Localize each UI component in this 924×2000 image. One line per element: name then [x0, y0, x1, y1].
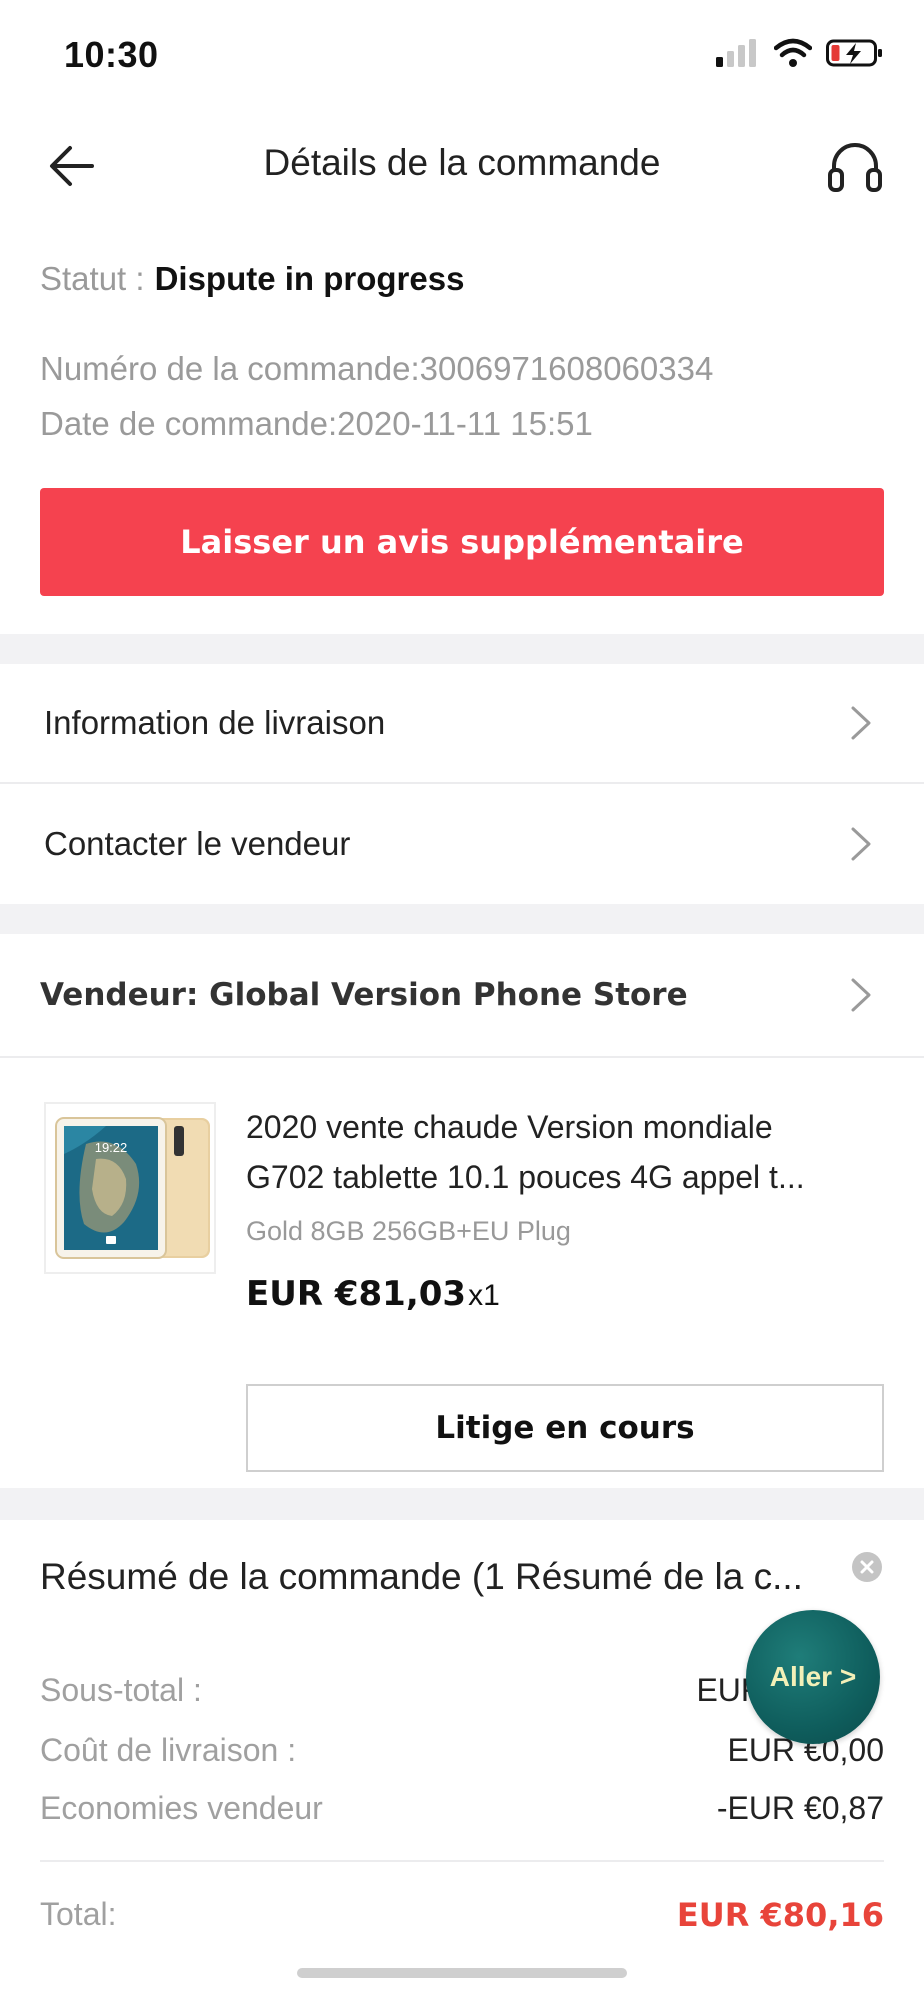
savings-value: -EUR €0,87 — [716, 1790, 884, 1826]
wifi-icon — [774, 38, 812, 67]
chevron-right-icon — [851, 978, 871, 1012]
product-title-line1: 2020 vente chaude Version mondiale — [246, 1109, 773, 1145]
contact-seller-row[interactable]: Contacter le vendeur — [0, 784, 924, 904]
product-image[interactable]: 19:22 — [44, 1102, 216, 1274]
shipping-label: Coût de livraison : — [40, 1732, 297, 1768]
total-row: Total: EUR €80,16 — [40, 1896, 884, 1934]
contact-seller-label: Contacter le vendeur — [44, 825, 351, 862]
close-icon[interactable] — [852, 1552, 882, 1582]
chevron-right-icon — [851, 706, 871, 740]
battery-charging-icon — [826, 39, 882, 67]
section-gap — [0, 904, 924, 934]
product-title[interactable]: 2020 vente chaude Version mondiale G702 … — [246, 1102, 886, 1202]
order-status: Statut : Dispute in progress — [40, 260, 464, 298]
thumb-time: 19:22 — [95, 1140, 128, 1155]
delivery-info-label: Information de livraison — [44, 704, 386, 741]
status-time: 10:30 — [64, 34, 159, 75]
home-indicator — [297, 1968, 627, 1978]
nav-bar: Détails de la commande — [0, 112, 924, 220]
total-label: Total: — [40, 1896, 117, 1932]
status-icons — [716, 38, 884, 68]
summary-title: Résumé de la commande (1 Résumé de la c.… — [40, 1556, 803, 1597]
savings-label: Economies vendeur — [40, 1790, 323, 1826]
seller-name: Vendeur: Global Version Phone Store — [40, 977, 688, 1013]
page-title: Détails de la commande — [263, 142, 661, 183]
product-variant: Gold 8GB 256GB+EU Plug — [246, 1216, 571, 1246]
headset-icon[interactable] — [824, 136, 886, 198]
leave-review-button[interactable]: Laisser un avis supplémentaire — [40, 488, 884, 596]
delivery-info-row[interactable]: Information de livraison — [0, 664, 924, 782]
product-price-row: EUR €81,03x1 — [246, 1274, 500, 1314]
savings-row: Economies vendeur -EUR €0,87 — [40, 1790, 884, 1827]
product-quantity: x1 — [468, 1279, 500, 1312]
signal-icon — [716, 39, 756, 67]
product-title-line2: G702 tablette 10.1 pouces 4G appel t... — [246, 1159, 805, 1195]
status-value: Dispute in progress — [154, 260, 465, 297]
status-label: Statut : — [40, 260, 145, 297]
seller-row[interactable]: Vendeur: Global Version Phone Store — [0, 934, 924, 1056]
status-bar: 10:30 — [0, 0, 924, 112]
order-number: Numéro de la commande:3006971608060334 — [40, 350, 714, 387]
shipping-row: Coût de livraison : EUR €0,00 — [40, 1732, 884, 1769]
order-date: Date de commande:2020-11-11 15:51 — [40, 405, 593, 442]
aller-floating-button[interactable]: Aller > — [746, 1610, 880, 1744]
product-price: EUR €81,03 — [246, 1274, 467, 1314]
chevron-right-icon — [851, 827, 871, 861]
dispute-in-progress-button[interactable]: Litige en cours — [246, 1384, 884, 1472]
order-header: Statut : Dispute in progress Numéro de la… — [0, 220, 924, 634]
product-card: 19:22 2020 vente chaude Version mondiale… — [0, 1058, 924, 1488]
section-gap — [0, 1488, 924, 1520]
divider — [40, 1860, 884, 1862]
order-summary: Résumé de la commande (1 Résumé de la c.… — [0, 1520, 924, 2000]
total-value: EUR €80,16 — [676, 1896, 884, 1934]
section-gap — [0, 634, 924, 664]
subtotal-label: Sous-total : — [40, 1672, 202, 1708]
